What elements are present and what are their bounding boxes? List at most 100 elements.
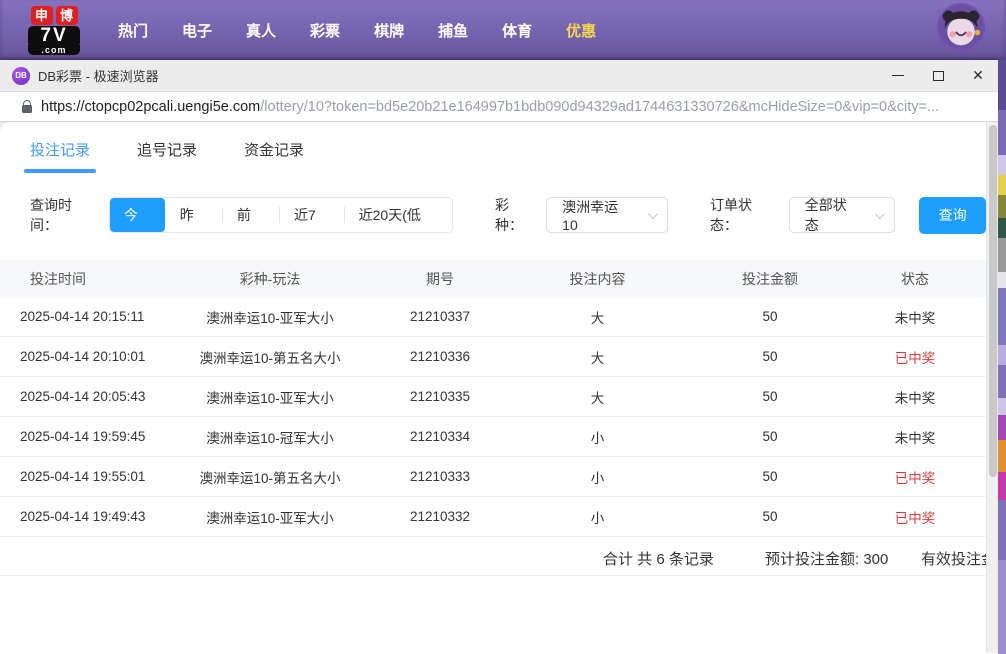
strip-segment [998,218,1006,238]
strip-segment [998,500,1006,560]
logo-tile-1: 申 [31,6,53,25]
time-option-2[interactable]: 昨天 [165,198,222,232]
page-content: 投注记录 追号记录 资金记录 查询时间： 今天昨天前天近7天近20天(低频) 彩种：… [0,122,998,653]
cell-bet-time: 2025-04-14 19:59:45 [0,429,165,444]
table-summary-row: 合计 共 6 条记录 预计投注金额: 300 有效投注金额 [0,537,986,576]
order-status-select[interactable]: 全部状态 [789,197,896,233]
window-controls: ✕ [878,60,998,92]
nav-item-6[interactable]: 捕鱼 [438,20,468,41]
nav-item-3[interactable]: 真人 [246,20,276,41]
query-button[interactable]: 查询 [919,197,986,234]
cell-bet-time: 2025-04-14 19:49:43 [0,509,165,524]
column-header-2: 彩种-玩法 [165,269,375,289]
maximize-button[interactable] [918,60,958,92]
strip-segment [998,272,1006,288]
background-page-strip [998,60,1006,654]
cell-bet-amount: 50 [690,429,850,444]
table-row: 2025-04-14 20:15:11澳洲幸运10-亚军大小21210337大5… [0,297,986,337]
column-header-1: 投注时间 [0,269,165,289]
summary-valid-amount: 有效投注金额 [921,548,986,569]
strip-segment [998,110,1006,155]
cell-game-play: 澳洲幸运10-第五名大小 [165,467,375,487]
minimize-icon [892,75,904,76]
strip-segment [998,398,1006,415]
cell-bet-content: 大 [505,387,690,407]
status-select-value: 全部状态 [805,195,860,235]
scrollbar-thumb[interactable] [989,125,997,477]
cell-status: 已中奖 [850,507,980,527]
record-tabs: 投注记录 追号记录 资金记录 [0,122,986,173]
url-text: https://ctopcp02pcali.uengi5e.com/lotter… [41,99,939,115]
cell-issue: 21210336 [375,349,505,364]
time-option-4[interactable]: 近7天 [279,198,344,232]
cell-status: 未中奖 [850,427,980,447]
cell-status: 已中奖 [850,467,980,487]
nav-item-4[interactable]: 彩票 [310,20,340,41]
nav-item-1[interactable]: 热门 [118,20,148,41]
strip-segment [998,560,1006,654]
cell-issue: 21210334 [375,429,505,444]
cell-issue: 21210332 [375,509,505,524]
avatar-image [939,5,983,49]
time-option-5[interactable]: 近20天(低频) [344,198,452,232]
table-body: 2025-04-14 20:15:11澳洲幸运10-亚军大小21210337大5… [0,297,986,537]
time-option-1[interactable]: 今天 [110,198,165,232]
lottery-filter-label: 彩种： [495,195,536,235]
strip-segment [998,238,1006,272]
user-avatar[interactable] [937,3,985,51]
time-option-3[interactable]: 前天 [222,198,279,232]
strip-segment [998,60,1006,110]
logo-suffix: .com [28,45,80,55]
tab-3[interactable]: 资金记录 [244,139,304,173]
cell-game-play: 澳洲幸运10-亚军大小 [165,507,375,527]
logo-tile-2: 博 [56,6,78,25]
strip-segment [998,175,1006,195]
time-filter-label: 查询时间： [30,195,99,235]
cell-bet-time: 2025-04-14 19:55:01 [0,469,165,484]
nav-item-8[interactable]: 优惠 [566,20,596,41]
nav-items: 热门 电子 真人 彩票 棋牌 捕鱼 体育 优惠 [118,20,596,41]
strip-segment [998,365,1006,398]
cell-bet-content: 大 [505,347,690,367]
cell-bet-content: 小 [505,507,690,527]
column-header-4: 投注内容 [505,269,690,289]
lock-icon [22,105,32,113]
nav-item-2[interactable]: 电子 [182,20,212,41]
window-titlebar[interactable]: DB DB彩票 - 极速浏览器 ✕ [0,60,998,92]
records-card: 投注记录 追号记录 资金记录 查询时间： 今天昨天前天近7天近20天(低频) 彩种：… [0,122,986,653]
cell-bet-amount: 50 [690,509,850,524]
lottery-select[interactable]: 澳洲幸运10 [546,197,668,233]
cell-status: 未中奖 [850,387,980,407]
url-domain: https://ctopcp02pcali.uengi5e.com [41,99,260,115]
tab-2[interactable]: 追号记录 [137,139,197,173]
cell-game-play: 澳洲幸运10-第五名大小 [165,347,375,367]
table-row: 2025-04-14 19:55:01澳洲幸运10-第五名大小21210333小… [0,457,986,497]
filter-bar: 查询时间： 今天昨天前天近7天近20天(低频) 彩种： 澳洲幸运10 订单状态：… [30,197,986,233]
table-row: 2025-04-14 19:49:43澳洲幸运10-亚军大小21210332小5… [0,497,986,537]
window-title: DB彩票 - 极速浏览器 [38,66,159,85]
cell-bet-amount: 50 [690,309,850,324]
minimize-button[interactable] [878,60,918,92]
cell-game-play: 澳洲幸运10-亚军大小 [165,387,375,407]
cell-bet-amount: 50 [690,349,850,364]
cell-bet-time: 2025-04-14 20:15:11 [0,309,165,324]
cell-issue: 21210333 [375,469,505,484]
cell-bet-time: 2025-04-14 20:05:43 [0,389,165,404]
address-bar[interactable]: https://ctopcp02pcali.uengi5e.com/lotter… [0,92,998,122]
site-logo[interactable]: 申 博 7V .com [28,6,80,55]
strip-segment [998,288,1006,345]
nav-item-7[interactable]: 体育 [502,20,532,41]
column-header-6: 状态 [850,269,980,289]
cell-issue: 21210337 [375,309,505,324]
strip-segment [998,195,1006,218]
tab-1[interactable]: 投注记录 [30,139,90,173]
table-row: 2025-04-14 20:05:43澳洲幸运10-亚军大小21210335大5… [0,377,986,417]
nav-item-5[interactable]: 棋牌 [374,20,404,41]
close-button[interactable]: ✕ [958,60,998,92]
strip-segment [998,155,1006,175]
time-range-group: 今天昨天前天近7天近20天(低频) [109,197,453,233]
strip-segment [998,415,1006,440]
scrollbar[interactable] [986,122,997,653]
maximize-icon [933,71,944,81]
strip-segment [998,472,1006,500]
